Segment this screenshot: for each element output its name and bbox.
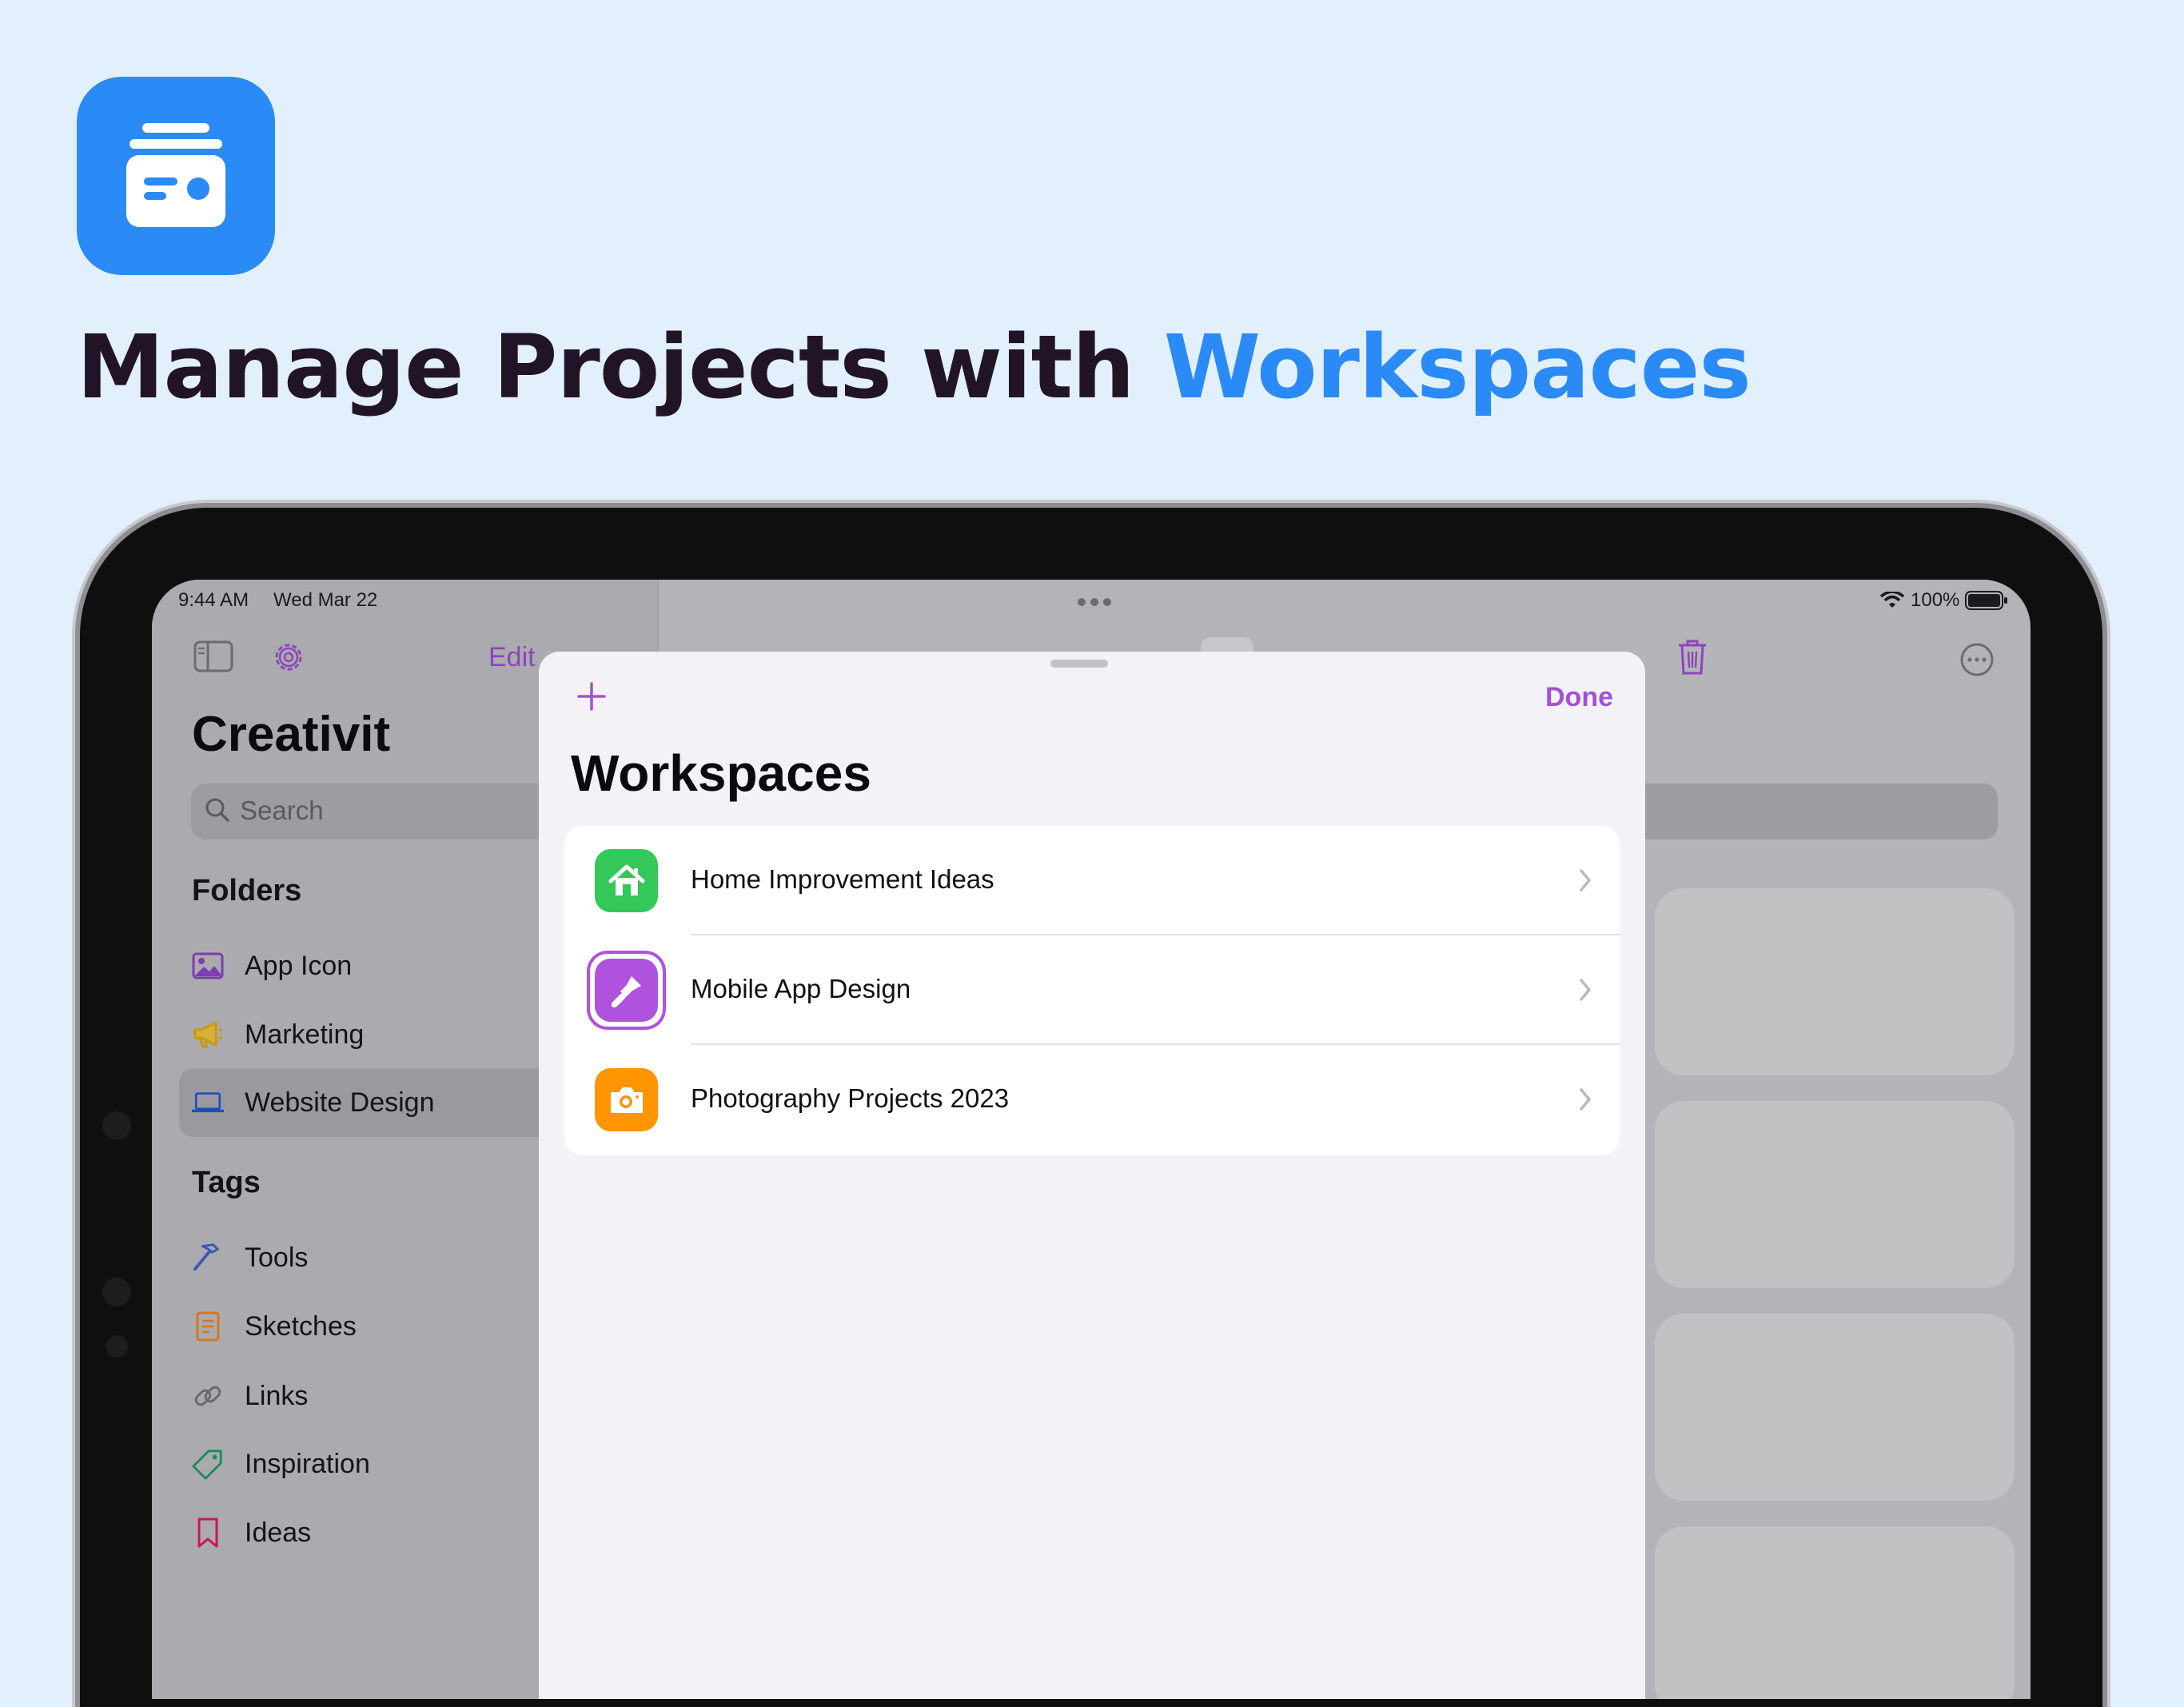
sidebar-item-label: Website Design bbox=[245, 1087, 435, 1118]
chevron-right-icon bbox=[1580, 1088, 1591, 1111]
background-card bbox=[1655, 888, 2015, 1075]
tag-icon bbox=[192, 1448, 224, 1480]
hammer-icon bbox=[192, 1242, 224, 1274]
sidebar-item-ideas[interactable]: Ideas bbox=[192, 1507, 311, 1558]
megaphone-icon bbox=[192, 1019, 224, 1051]
tags-header: Tags bbox=[192, 1166, 261, 1199]
sidebar-item-label: App Icon bbox=[245, 950, 353, 981]
camera-lens bbox=[102, 1278, 131, 1306]
sidebar-toggle-icon[interactable] bbox=[193, 640, 233, 676]
photo-icon bbox=[192, 950, 224, 982]
workspace-list: Home Improvement Ideas Mobile App Design bbox=[564, 826, 1620, 1155]
sidebar-item-label: Ideas bbox=[245, 1517, 312, 1548]
headline-prefix: Manage Projects with bbox=[77, 316, 1164, 418]
multitasking-dots-icon[interactable] bbox=[1077, 596, 1112, 611]
sidebar-item-app-icon[interactable]: App Icon bbox=[192, 940, 352, 991]
battery-percent: 100% bbox=[1911, 589, 1960, 611]
sidebar-item-links[interactable]: Links bbox=[192, 1370, 308, 1422]
sidebar-item-marketing[interactable]: Marketing bbox=[192, 1009, 364, 1060]
folders-header: Folders bbox=[192, 874, 302, 907]
camera-lens bbox=[102, 1111, 131, 1140]
search-placeholder: Search bbox=[240, 796, 324, 825]
background-card bbox=[1655, 1101, 2015, 1288]
workspace-row-home-improvement[interactable]: Home Improvement Ideas bbox=[564, 826, 1620, 935]
more-options-icon[interactable] bbox=[1959, 642, 1995, 681]
done-button[interactable]: Done bbox=[1545, 682, 1613, 713]
status-time: 9:44 AM bbox=[178, 589, 249, 611]
plus-icon[interactable] bbox=[576, 680, 608, 716]
paintbrush-icon bbox=[595, 959, 658, 1022]
camera-sensor bbox=[106, 1335, 128, 1358]
sheet-grabber[interactable] bbox=[1050, 660, 1108, 668]
background-card bbox=[1655, 1526, 2015, 1699]
sidebar-item-label: Inspiration bbox=[245, 1448, 370, 1479]
headline: Manage Projects with Workspaces bbox=[77, 316, 1752, 418]
sidebar-item-label: Marketing bbox=[245, 1019, 365, 1050]
sheet-title: Workspaces bbox=[571, 744, 871, 802]
sidebar-item-label: Sketches bbox=[245, 1310, 357, 1342]
battery-icon bbox=[1965, 591, 2008, 614]
sidebar-item-label: Links bbox=[245, 1380, 309, 1411]
notepad-icon bbox=[192, 1310, 224, 1342]
workspace-label: Photography Projects 2023 bbox=[691, 1083, 1010, 1113]
bookmark-icon bbox=[192, 1517, 224, 1549]
trash-icon[interactable] bbox=[1676, 639, 1708, 680]
background-card bbox=[1655, 1314, 2015, 1501]
workspace-row-mobile-app-design[interactable]: Mobile App Design bbox=[564, 935, 1620, 1045]
sidebar-item-label: Tools bbox=[245, 1242, 309, 1273]
wifi-icon bbox=[1879, 590, 1905, 613]
selected-ring bbox=[587, 951, 666, 1030]
camera-icon bbox=[595, 1068, 658, 1131]
search-icon bbox=[203, 796, 232, 828]
app-icon bbox=[77, 77, 275, 275]
sidebar-item-inspiration[interactable]: Inspiration bbox=[192, 1438, 370, 1490]
sidebar-item-sketches[interactable]: Sketches bbox=[192, 1301, 357, 1352]
sidebar-item-tools[interactable]: Tools bbox=[192, 1232, 308, 1283]
workspaces-sheet: Done Workspaces Home Improvement Ideas M… bbox=[539, 652, 1645, 1699]
chevron-right-icon bbox=[1580, 869, 1591, 891]
workspace-row-photography-projects[interactable]: Photography Projects 2023 bbox=[564, 1045, 1620, 1155]
status-date: Wed Mar 22 bbox=[273, 589, 378, 611]
chevron-right-icon bbox=[1580, 979, 1591, 1001]
workspace-label: Mobile App Design bbox=[691, 974, 911, 1003]
edit-button[interactable]: Edit bbox=[488, 642, 536, 673]
laptop-icon bbox=[192, 1087, 224, 1119]
workspace-label: Home Improvement Ideas bbox=[691, 864, 994, 894]
gear-icon[interactable] bbox=[270, 639, 307, 680]
link-icon bbox=[192, 1380, 224, 1412]
archive-box-icon bbox=[126, 123, 225, 227]
house-icon bbox=[595, 849, 658, 912]
sidebar-title: Creativit bbox=[192, 707, 391, 762]
sidebar-item-website-design[interactable]: Website Design bbox=[192, 1077, 435, 1128]
ipad-screen: 9:44 AM Wed Mar 22 100% Edit Creativit S… bbox=[152, 580, 2031, 1699]
headline-accent: Workspaces bbox=[1163, 316, 1752, 418]
